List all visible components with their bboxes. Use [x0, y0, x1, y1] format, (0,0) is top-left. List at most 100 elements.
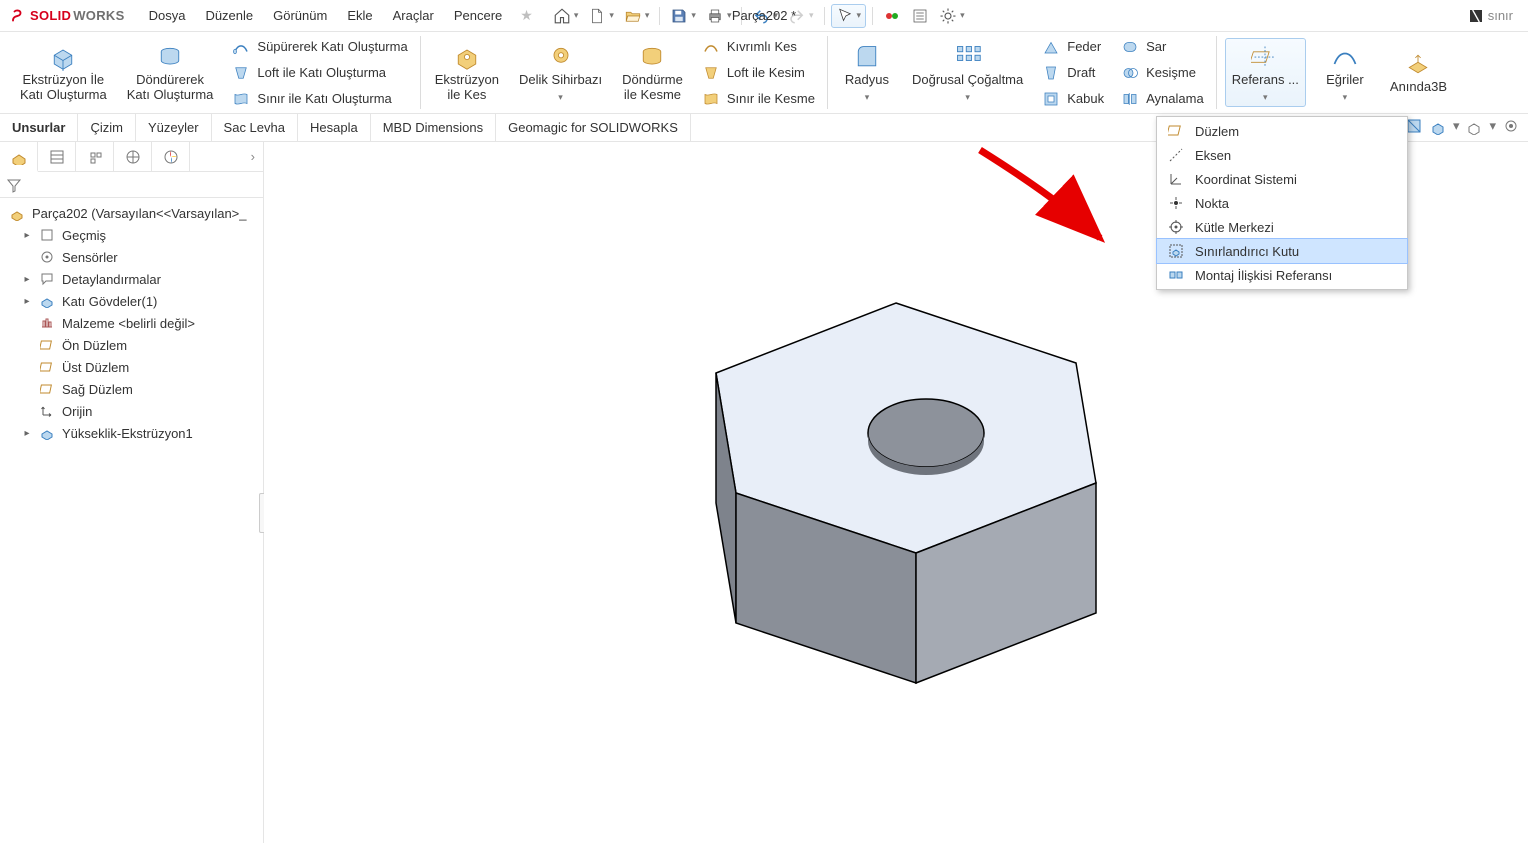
wrap-cut-button[interactable]: Kıvrımlı Kes	[697, 35, 819, 59]
reference-geometry-button[interactable]: Referans ...	[1225, 38, 1306, 107]
lp-tab-appearance[interactable]	[152, 142, 190, 172]
tree-item-origin[interactable]: Orijin	[2, 400, 261, 422]
fillet-icon	[853, 43, 881, 71]
list-icon	[911, 7, 929, 25]
dd-coord-system[interactable]: Koordinat Sistemi	[1157, 167, 1407, 191]
qa-options-list-button[interactable]	[907, 5, 933, 27]
qa-settings-button[interactable]	[935, 5, 969, 27]
tree-item-top-plane[interactable]: Üst Düzlem	[2, 356, 261, 378]
menu-edit[interactable]: Düzenle	[197, 4, 261, 27]
tab-mbd[interactable]: MBD Dimensions	[371, 114, 496, 141]
sweep-boss-button[interactable]: Süpürerek Katı Oluşturma	[227, 35, 411, 59]
menu-view[interactable]: Görünüm	[265, 4, 335, 27]
cursor-icon	[836, 7, 854, 25]
extrude-boss-button[interactable]: Ekstrüzyon İle Katı Oluşturma	[14, 39, 113, 107]
curves-button[interactable]: Eğriler	[1314, 39, 1376, 106]
dd-point[interactable]: Nokta	[1157, 191, 1407, 215]
dd-bounding-box[interactable]: Sınırlandırıcı Kutu	[1157, 239, 1407, 263]
fillet-label: Radyus	[845, 73, 889, 88]
menu-file[interactable]: Dosya	[141, 4, 194, 27]
left-panel-tabs: ›	[0, 142, 263, 172]
tab-geomagic[interactable]: Geomagic for SOLIDWORKS	[496, 114, 691, 141]
draft-button[interactable]: Draft	[1037, 61, 1108, 85]
menu-window[interactable]: Pencere	[446, 4, 510, 27]
qa-open-button[interactable]	[620, 5, 654, 27]
qa-print-button[interactable]	[702, 5, 736, 27]
loft-boss-label: Loft ile Katı Oluşturma	[257, 65, 386, 81]
loft-cut-icon	[702, 64, 720, 82]
boundary-boss-button[interactable]: Sınır ile Katı Oluşturma	[227, 87, 411, 111]
tab-evaluate[interactable]: Hesapla	[298, 114, 371, 141]
plane-icon	[40, 382, 54, 396]
ref-geometry-icon	[1251, 43, 1279, 71]
tab-features[interactable]: Unsurlar	[0, 114, 78, 141]
tree-label: Yükseklik-Ekstrüzyon1	[62, 426, 193, 441]
display-style-icon[interactable]	[1465, 117, 1483, 135]
tree-root[interactable]: Parça202 (Varsayılan<<Varsayılan>_	[2, 202, 261, 224]
tree-item-material[interactable]: Malzeme <belirli değil>	[2, 312, 261, 334]
lp-tab-property[interactable]	[38, 142, 76, 172]
feature-tree: Parça202 (Varsayılan<<Varsayılan>_ ▸Geçm…	[0, 198, 263, 448]
tree-item-solidbodies[interactable]: ▸Katı Gövdeler(1)	[2, 290, 261, 312]
search-text: sınır	[1488, 8, 1513, 23]
tree-label: Üst Düzlem	[62, 360, 129, 375]
instant3d-button[interactable]: Anında3B	[1384, 46, 1453, 99]
revolve-boss-button[interactable]: Döndürerek Katı Oluşturma	[121, 39, 220, 107]
lp-tab-config[interactable]	[76, 142, 114, 172]
tab-sketch[interactable]: Çizim	[78, 114, 136, 141]
loft-cut-button[interactable]: Loft ile Kesim	[697, 61, 819, 85]
boundary-cut-button[interactable]: Sınır ile Kesme	[697, 87, 819, 111]
tree-item-right-plane[interactable]: Sağ Düzlem	[2, 378, 261, 400]
fillet-button[interactable]: Radyus	[836, 39, 898, 106]
loft-boss-button[interactable]: Loft ile Katı Oluşturma	[227, 61, 411, 85]
tree-item-extrude-feature[interactable]: ▸Yükseklik-Ekstrüzyon1	[2, 422, 261, 444]
appearance-icon	[163, 149, 179, 165]
extrude-cut-icon	[453, 43, 481, 71]
dd-label: Eksen	[1195, 148, 1231, 163]
shell-button[interactable]: Kabuk	[1037, 87, 1108, 111]
tree-item-sensors[interactable]: Sensörler	[2, 246, 261, 268]
revolve-cut-button[interactable]: Döndürme ile Kesme	[616, 39, 689, 107]
intersect-button[interactable]: Kesişme	[1116, 61, 1208, 85]
rib-button[interactable]: Feder	[1037, 35, 1108, 59]
lp-expand-button[interactable]: ›	[243, 149, 263, 164]
qa-rebuild-button[interactable]	[879, 5, 905, 27]
menu-insert[interactable]: Ekle	[339, 4, 380, 27]
star-icon[interactable]: ★	[514, 7, 539, 24]
qa-save-button[interactable]	[666, 5, 700, 27]
traffic-light-icon	[883, 7, 901, 25]
ribbon-group-reference: Referans ... Eğriler Anında3B	[1217, 32, 1461, 113]
hide-show-icon[interactable]	[1502, 117, 1520, 135]
mirror-button[interactable]: Aynalama	[1116, 87, 1208, 111]
brand-text-2: WORKS	[73, 8, 124, 23]
qa-home-button[interactable]	[549, 5, 583, 27]
tree-item-annotations[interactable]: ▸Detaylandırmalar	[2, 268, 261, 290]
lp-tab-feature-tree[interactable]	[0, 142, 38, 172]
feature-tree-icon	[10, 147, 28, 165]
tab-surfaces[interactable]: Yüzeyler	[136, 114, 212, 141]
wrap-button[interactable]: Sar	[1116, 35, 1208, 59]
dd-mate-reference[interactable]: Montaj İlişkisi Referansı	[1157, 263, 1407, 287]
save-icon	[670, 7, 688, 25]
extrude-cut-button[interactable]: Ekstrüzyon ile Kes	[429, 39, 505, 107]
dd-axis[interactable]: Eksen	[1157, 143, 1407, 167]
tab-sheetmetal[interactable]: Sac Levha	[212, 114, 298, 141]
instant3d-icon	[1404, 50, 1432, 78]
dd-center-of-mass[interactable]: Kütle Merkezi	[1157, 215, 1407, 239]
hexnut-model	[626, 273, 1166, 713]
linear-pattern-label: Doğrusal Çoğaltma	[912, 73, 1023, 88]
command-search[interactable]: sınır	[1461, 5, 1520, 27]
view-orientation-icon[interactable]	[1429, 117, 1447, 135]
menu-tools[interactable]: Araçlar	[385, 4, 442, 27]
hole-wizard-button[interactable]: Delik Sihirbazı	[513, 39, 608, 106]
document-title: Parça202 *	[732, 8, 796, 23]
linear-pattern-button[interactable]: Doğrusal Çoğaltma	[906, 39, 1029, 106]
filter-icon[interactable]	[6, 177, 22, 193]
qa-select-button[interactable]	[831, 4, 867, 28]
tree-item-history[interactable]: ▸Geçmiş	[2, 224, 261, 246]
lp-tab-dim[interactable]	[114, 142, 152, 172]
tree-label: Detaylandırmalar	[62, 272, 161, 287]
tree-item-front-plane[interactable]: Ön Düzlem	[2, 334, 261, 356]
qa-new-button[interactable]	[584, 5, 618, 27]
dd-plane[interactable]: Düzlem	[1157, 119, 1407, 143]
